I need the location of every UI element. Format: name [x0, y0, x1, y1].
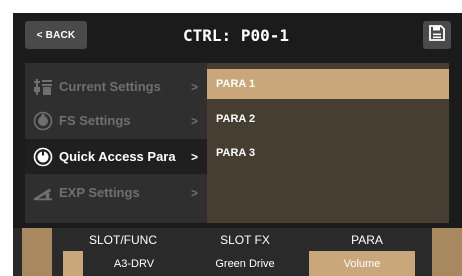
slot-fx-value[interactable]: Green Drive: [185, 251, 305, 276]
slot-func-value[interactable]: A3-DRV: [85, 251, 183, 276]
save-button[interactable]: [423, 21, 451, 49]
slot-func-title: SLOT/FUNC: [88, 233, 157, 247]
next-page-tab[interactable]: [432, 228, 462, 276]
para-title: PARA: [351, 233, 383, 247]
footswitch-icon: [33, 111, 53, 131]
header-bar: < BACK CTRL: P00-1: [13, 13, 462, 57]
prev-page-tab[interactable]: [22, 228, 52, 276]
para-list: PARA 1 PARA 2 PARA 3: [207, 63, 449, 223]
chevron-right-icon: >: [191, 185, 199, 200]
list-item-para-2[interactable]: PARA 2: [207, 104, 449, 134]
knob-icon: [33, 147, 53, 167]
device-screen: < BACK CTRL: P00-1 Current Settings > FS…: [13, 13, 462, 276]
save-icon: [428, 24, 446, 46]
list-item-para-3[interactable]: PARA 3: [207, 138, 449, 168]
slot-fx-title: SLOT FX: [220, 233, 270, 247]
menu-item-label: Quick Access Para: [59, 149, 176, 164]
chevron-right-icon: >: [191, 79, 199, 94]
bottom-bar: SLOT/FUNC A3-DRV SLOT FX Green Drive PAR…: [13, 228, 462, 276]
para-value[interactable]: Volume: [309, 251, 415, 276]
menu-item-label: EXP Settings: [59, 185, 140, 200]
menu-item-exp-settings[interactable]: EXP Settings >: [25, 175, 207, 210]
settings-menu: Current Settings > FS Settings > Quick A…: [25, 63, 207, 223]
chevron-right-icon: >: [191, 149, 199, 164]
settings-icon: [33, 77, 53, 97]
pedal-icon: [33, 183, 53, 203]
chevron-right-icon: >: [191, 113, 199, 128]
menu-item-label: FS Settings: [59, 113, 131, 128]
menu-item-label: Current Settings: [59, 79, 161, 94]
menu-item-fs-settings[interactable]: FS Settings >: [25, 103, 207, 138]
slot-indicator: [63, 251, 83, 276]
menu-item-quick-access-para[interactable]: Quick Access Para >: [25, 139, 207, 174]
list-item-para-1[interactable]: PARA 1: [207, 69, 449, 99]
page-title: CTRL: P00-1: [183, 25, 289, 45]
back-button[interactable]: < BACK: [25, 21, 87, 49]
menu-item-current-settings[interactable]: Current Settings >: [25, 69, 207, 104]
